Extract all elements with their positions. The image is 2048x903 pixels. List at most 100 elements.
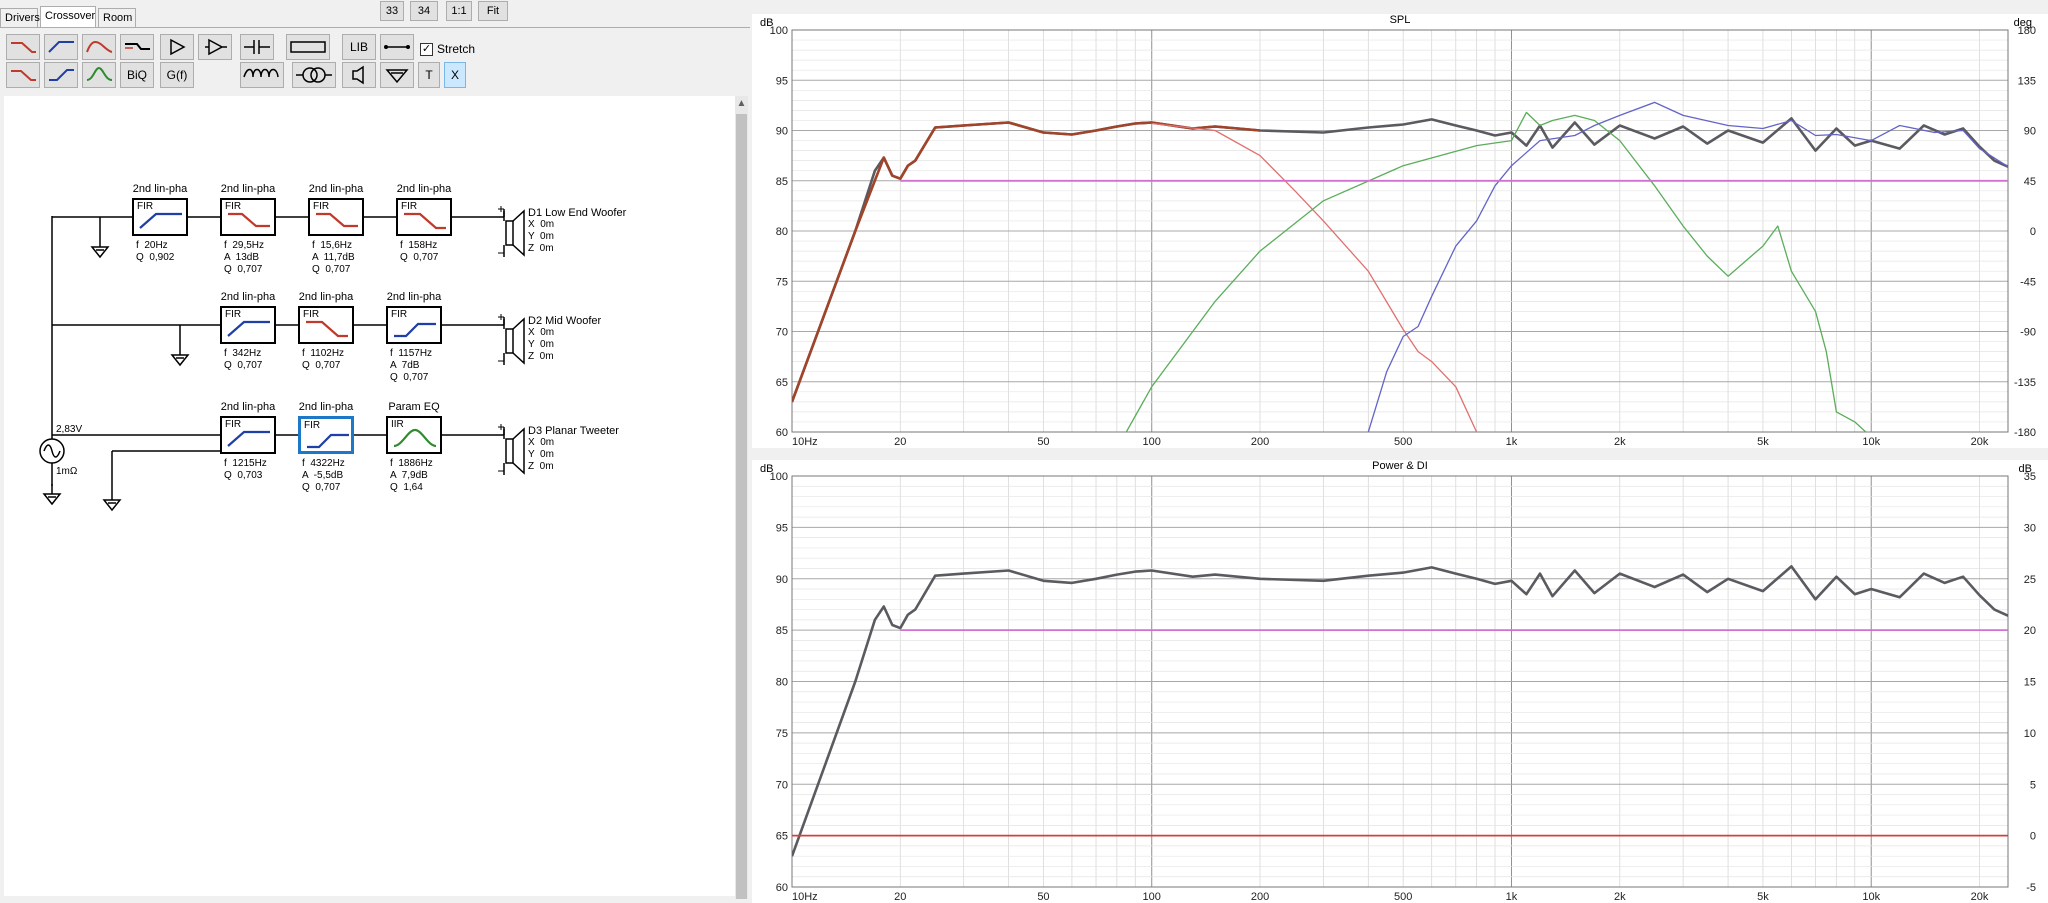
zoom-1-1-button[interactable]: 1:1: [446, 1, 472, 21]
x-tick-label: 10Hz: [792, 891, 818, 903]
bandpass-red-tool[interactable]: [82, 34, 116, 60]
filter-response-icon: [227, 430, 270, 447]
transformer-icon: [296, 67, 332, 83]
x-tick-label: 1k: [1506, 891, 1518, 903]
x-tick-label: 100: [1143, 891, 1161, 903]
driver-name[interactable]: D1 Low End Woofer: [528, 207, 626, 219]
filter-block[interactable]: FIR: [298, 306, 354, 344]
filter-title: 2nd lin-pha: [386, 291, 442, 303]
tab-drivers[interactable]: Drivers: [0, 8, 40, 28]
y2-tick-label: -135: [2014, 377, 2036, 389]
ground-icon: [170, 345, 190, 367]
x-tick-label: 2k: [1614, 436, 1626, 448]
highpass-blue-tool[interactable]: [44, 34, 78, 60]
peq-icon: [86, 66, 113, 81]
y2-tick-label: -45: [2020, 276, 2036, 288]
filter-params: f 158Hz Q 0,707: [400, 240, 439, 263]
view-34-button[interactable]: 34: [410, 1, 438, 21]
transformer-tool[interactable]: [292, 62, 336, 88]
series-line-4: [1367, 101, 2008, 432]
filter-response-icon: [139, 212, 182, 229]
peq-green-tool[interactable]: [82, 62, 116, 88]
y-tick-label: 65: [776, 377, 788, 389]
left-unit-label: dB: [760, 463, 773, 475]
filter-block[interactable]: FIR: [396, 198, 452, 236]
driver-name[interactable]: D3 Planar Tweeter: [528, 425, 619, 437]
filter-params: f 15,6Hz A 11,7dB Q 0,707: [312, 240, 355, 275]
allpass-tool[interactable]: [120, 34, 154, 60]
inverting-amp-tool[interactable]: [198, 34, 232, 60]
spl-plot[interactable]: SPL 100 95 90 85 80 75 70 65 60 180 135 90 45 0 -45 -90…: [752, 14, 2048, 448]
biquad-button[interactable]: BiQ: [120, 62, 154, 88]
right-unit-label: dB: [2019, 463, 2032, 475]
x-tick-label: 50: [1037, 436, 1049, 448]
lowpass-red-tool-2[interactable]: [6, 62, 40, 88]
capacitor-tool[interactable]: [240, 34, 274, 60]
crossover-panel: Drivers Crossover Room 33 34 1:1 Fit LIB…: [0, 0, 750, 903]
speaker-icon: [498, 314, 525, 365]
schematic-canvas[interactable]: FIR 2nd lin-pha f 20Hz Q 0,902 FIR 2nd lin-p…: [4, 96, 740, 896]
driver-position: X 0m Y 0m Z 0m: [528, 327, 555, 362]
highpass-blue-tool-2[interactable]: [44, 62, 78, 88]
view-33-button[interactable]: 33: [380, 1, 404, 21]
vertical-scrollbar[interactable]: ▲: [735, 96, 748, 899]
wire-tool[interactable]: [380, 34, 414, 60]
y-tick-label: 60: [776, 882, 788, 894]
y-tick-label: 95: [776, 522, 788, 534]
lowpass-red-tool[interactable]: [6, 34, 40, 60]
stretch-label: Stretch: [437, 42, 476, 56]
lowpass-icon: [11, 42, 36, 53]
y-tick-label: 80: [776, 677, 788, 689]
allpass-icon: [125, 43, 150, 50]
filter-block[interactable]: IIR: [386, 416, 442, 454]
filter-response-icon: [404, 212, 446, 230]
inductor-tool[interactable]: [240, 62, 284, 88]
x-tick-label: 500: [1394, 436, 1412, 448]
y-tick-label: 85: [776, 176, 788, 188]
power-di-plot[interactable]: Power & DI 100 95 90 85 80 75 70 65 60 35 30 25 20 15…: [752, 460, 2048, 903]
filter-block[interactable]: FIR: [308, 198, 364, 236]
resistor-icon: [290, 41, 326, 53]
library-button[interactable]: LIB: [342, 34, 376, 60]
tab-room[interactable]: Room: [98, 8, 136, 28]
y-tick-label: 60: [776, 427, 788, 439]
y2-tick-label: 0: [2030, 226, 2036, 238]
filter-block[interactable]: FIR: [298, 416, 354, 454]
filter-params: f 1886Hz A 7,9dB Q 1,64: [390, 458, 433, 493]
filter-block[interactable]: FIR: [132, 198, 188, 236]
filter-block[interactable]: FIR: [220, 306, 276, 344]
ground-tool[interactable]: [380, 62, 414, 88]
source-ground-icon: [42, 484, 62, 506]
delete-tool[interactable]: X: [444, 62, 466, 88]
filter-title: Param EQ: [388, 401, 440, 413]
y2-tick-label: 0: [2030, 831, 2036, 843]
stretch-checkbox[interactable]: ✓: [420, 42, 433, 56]
resistor-tool[interactable]: [286, 34, 330, 60]
y2-tick-label: -90: [2020, 327, 2036, 339]
filter-block[interactable]: FIR: [386, 306, 442, 344]
source-impedance: 1mΩ: [56, 466, 78, 477]
filter-block[interactable]: FIR: [220, 198, 276, 236]
y2-tick-label: -180: [2014, 427, 2036, 439]
highpass-icon: [48, 41, 74, 53]
series-line-2: [1151, 122, 1478, 432]
driver-tool[interactable]: [342, 62, 376, 88]
speaker-icon: [498, 206, 525, 257]
amplifier-tool[interactable]: [160, 34, 194, 60]
gf-button[interactable]: G(f): [160, 62, 194, 88]
stretch-option[interactable]: ✓ Stretch: [420, 40, 475, 58]
y2-tick-label: -5: [2026, 882, 2036, 894]
plot-splitter[interactable]: [752, 448, 2048, 460]
filter-block[interactable]: FIR: [220, 416, 276, 454]
text-tool[interactable]: T: [418, 62, 440, 88]
scrollbar-thumb[interactable]: [736, 114, 747, 899]
filter-response-icon: [307, 433, 349, 449]
filter-title: 2nd lin-pha: [396, 183, 452, 195]
ac-source-icon[interactable]: [39, 438, 65, 464]
driver-name[interactable]: D2 Mid Woofer: [528, 315, 601, 327]
scroll-up-icon[interactable]: ▲: [735, 96, 748, 112]
fit-button[interactable]: Fit: [478, 1, 508, 21]
library-label: LIB: [349, 40, 368, 54]
tab-crossover[interactable]: Crossover: [40, 6, 96, 28]
y-tick-label: 65: [776, 831, 788, 843]
